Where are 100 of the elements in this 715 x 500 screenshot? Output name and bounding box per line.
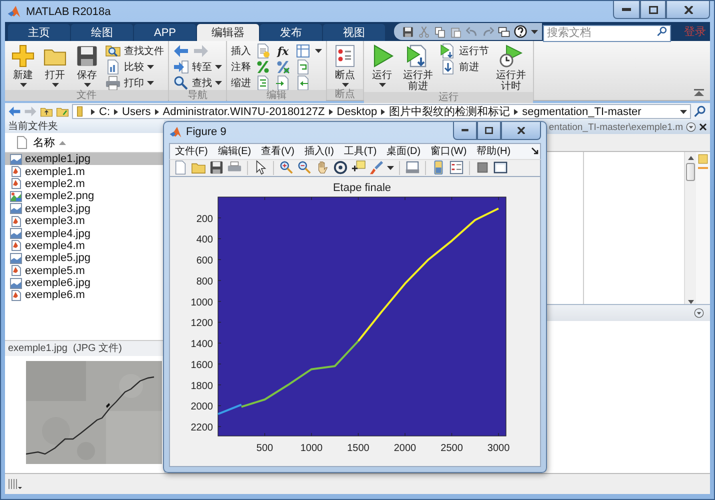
path-segment[interactable]: Users xyxy=(122,106,151,118)
file-item[interactable]: exemple1.jpg xyxy=(5,153,164,166)
table-icon[interactable] xyxy=(295,43,311,59)
indent-arrow-icon[interactable] xyxy=(275,75,291,91)
file-item[interactable]: exemple6.jpg xyxy=(5,276,164,290)
group-label: 运行 xyxy=(364,92,533,103)
scrollbar-thumb[interactable] xyxy=(686,163,695,181)
window-icon[interactable] xyxy=(493,160,508,176)
menu-item[interactable]: 工具(T) xyxy=(344,144,377,158)
ribbon-tab[interactable]: 发布 xyxy=(260,24,322,41)
tick-label: 400 xyxy=(196,234,213,246)
ribbon-tab[interactable]: 视图 xyxy=(323,24,385,41)
file-item[interactable]: exemple4.m xyxy=(5,240,164,252)
switch-windows-icon[interactable] xyxy=(498,26,510,38)
folder-up-icon[interactable] xyxy=(40,105,53,118)
new-document-icon[interactable] xyxy=(173,160,188,176)
scroll-up-icon[interactable] xyxy=(688,156,694,160)
ribbon-button[interactable]: 运行节 xyxy=(440,44,489,58)
path-segment[interactable]: 图片中裂纹的检测和标记 xyxy=(389,104,510,119)
group-label: 文件 xyxy=(5,90,168,101)
path-segment[interactable]: Desktop xyxy=(336,106,378,118)
page-indent-icon[interactable] xyxy=(255,75,271,91)
menu-circle-icon[interactable] xyxy=(686,122,696,132)
search-field[interactable]: 搜索文档 xyxy=(543,24,671,42)
print-preview-icon[interactable] xyxy=(405,160,420,176)
folder-search-icon xyxy=(105,43,121,59)
back-arrow-icon[interactable] xyxy=(173,43,189,59)
ribbon-button[interactable]: 前进 xyxy=(440,60,489,74)
grip-icon[interactable] xyxy=(8,478,22,490)
path-segment[interactable]: C: xyxy=(99,106,110,118)
ribbon-button[interactable]: 查找文件 xyxy=(105,44,164,58)
menu-item[interactable]: 文件(F) xyxy=(175,144,208,158)
back-arrow-icon[interactable] xyxy=(8,105,21,118)
page-plus-icon[interactable] xyxy=(255,43,271,59)
ribbon-tab[interactable]: APP xyxy=(134,24,196,41)
chevron-icon xyxy=(91,108,95,114)
file-item[interactable]: exemple5.m xyxy=(5,264,164,277)
zoom-out-icon[interactable] xyxy=(297,160,312,176)
ribbon-button[interactable]: 新建 xyxy=(9,44,37,90)
column-header[interactable]: 名称 xyxy=(33,135,66,150)
ribbon-button[interactable]: 转至 xyxy=(173,60,222,74)
file-item[interactable]: exemple2.m xyxy=(5,178,164,190)
search-icon xyxy=(173,75,189,91)
percent-icon[interactable] xyxy=(275,59,291,75)
file-item[interactable]: exemple6.m xyxy=(5,289,164,302)
function-button[interactable]: fx xyxy=(275,44,291,58)
maximize-button[interactable] xyxy=(477,122,501,140)
ribbon-button[interactable]: 打开 xyxy=(41,44,69,90)
minimize-button[interactable] xyxy=(613,1,640,19)
minimize-button[interactable] xyxy=(453,122,477,140)
ribbon-button[interactable]: 比较 xyxy=(105,60,164,74)
outdent-arrow-icon[interactable] xyxy=(295,75,311,91)
menu-item[interactable]: 桌面(D) xyxy=(386,144,421,158)
ribbon-button[interactable]: 查找 xyxy=(173,76,222,90)
search-icon[interactable] xyxy=(694,105,707,118)
menu-item[interactable]: 帮助(H) xyxy=(476,144,511,158)
copy-icon[interactable] xyxy=(434,26,446,38)
file-item[interactable]: exemple2.png xyxy=(5,190,164,203)
path-segment[interactable]: Administrator.WIN7U-20180127Z xyxy=(162,106,325,118)
chevron-icon xyxy=(154,108,159,114)
printer-icon xyxy=(105,75,121,91)
page-wrap-icon[interactable] xyxy=(295,59,311,75)
ribbon-button[interactable]: 运行并前进 xyxy=(400,44,436,92)
ribbon-tab[interactable]: 编辑器 xyxy=(197,24,259,41)
file-item[interactable]: exemple3.m xyxy=(5,214,164,228)
search-icon[interactable] xyxy=(657,26,668,37)
file-item[interactable]: exemple4.jpg xyxy=(5,227,164,240)
ribbon-button[interactable]: 注释 xyxy=(231,60,251,74)
close-icon[interactable] xyxy=(699,123,707,131)
collapse-icon[interactable] xyxy=(694,89,704,96)
close-button[interactable] xyxy=(501,122,541,140)
menu-item[interactable]: 编辑(E) xyxy=(218,144,252,158)
ribbon-tab[interactable]: 主页 xyxy=(8,24,70,41)
help-icon[interactable] xyxy=(514,25,527,38)
tick-label: 600 xyxy=(196,256,213,267)
ribbon-button[interactable]: 保存 xyxy=(73,44,101,90)
dock-arrow-icon[interactable] xyxy=(530,147,539,156)
ribbon-button[interactable]: 断点 xyxy=(331,44,359,89)
legend-icon[interactable] xyxy=(449,160,464,176)
maximize-button[interactable] xyxy=(640,1,666,19)
percent-icon[interactable] xyxy=(255,59,271,75)
ribbon-button[interactable]: 运行 xyxy=(368,44,396,92)
file-item[interactable]: exemple1.m xyxy=(5,165,164,178)
menu-item[interactable]: 插入(I) xyxy=(304,144,334,158)
menu-circle-icon[interactable] xyxy=(694,308,704,318)
script-file-icon xyxy=(10,216,22,227)
path-segment[interactable]: segmentation_TI-master xyxy=(522,106,642,118)
file-item[interactable]: exemple3.jpg xyxy=(5,202,164,215)
ribbon-button[interactable]: 运行并计时 xyxy=(493,44,529,92)
ribbon-button[interactable]: 插入 xyxy=(231,44,251,58)
ribbon-button[interactable]: 缩进 xyxy=(231,76,251,90)
file-item[interactable]: exemple5.jpg xyxy=(5,252,164,265)
close-button[interactable] xyxy=(666,1,710,19)
menu-item[interactable]: 窗口(W) xyxy=(430,144,467,158)
paste-icon[interactable] xyxy=(450,26,462,38)
zoom-in-icon[interactable] xyxy=(279,160,294,176)
menu-item[interactable]: 查看(V) xyxy=(261,144,294,158)
ribbon-tab[interactable]: 绘图 xyxy=(71,24,133,41)
address-field[interactable]: C: Users Administrator.WIN7U-20180127Z Desktop 图片中裂纹的检测和标记 segmentation_TI-master xyxy=(72,104,691,119)
square-icon[interactable] xyxy=(475,160,490,176)
